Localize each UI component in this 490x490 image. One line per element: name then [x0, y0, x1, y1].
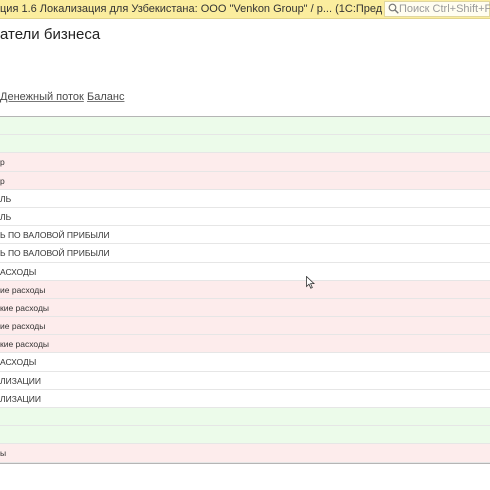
indicator-label: р	[0, 175, 5, 186]
window-title: ция 1.6 Локализация для Узбекистана: ООО…	[0, 3, 382, 15]
cashflow-link[interactable]: Денежный поток	[0, 91, 84, 103]
indicator-label: ы	[0, 448, 7, 459]
indicator-label: АСХОДЫ	[0, 266, 37, 277]
indicator-label: ЛИЗАЦИИ	[0, 393, 41, 404]
table-row[interactable]	[0, 135, 490, 154]
table-row[interactable]	[0, 426, 490, 445]
table-row[interactable]: ы	[0, 444, 490, 463]
balance-link[interactable]: Баланс	[87, 91, 124, 103]
indicator-label: Ь ПО ВАЛОВОЙ ПРИБЫЛИ	[0, 248, 110, 259]
indicator-label: ие расходы	[0, 321, 46, 332]
table-row[interactable]: ЛЬ	[0, 189, 490, 208]
indicator-label: Ь ПО ВАЛОВОЙ ПРИБЫЛИ	[0, 230, 110, 241]
table-row[interactable]: АСХОДЫ	[0, 262, 490, 281]
table-row[interactable]: ие расходы	[0, 317, 490, 336]
indicator-label: ие расходы	[0, 284, 46, 295]
mouse-cursor-icon	[306, 276, 315, 289]
table-row[interactable]: р	[0, 153, 490, 172]
table-row[interactable]: ЛИЗАЦИИ	[0, 389, 490, 408]
page-title: атели бизнеса	[0, 26, 101, 43]
global-search-box[interactable]	[384, 1, 490, 17]
table-row[interactable]: р	[0, 171, 490, 190]
table-row[interactable]	[0, 408, 490, 427]
table-row[interactable]	[0, 117, 490, 136]
table-row[interactable]: Ь ПО ВАЛОВОЙ ПРИБЫЛИ	[0, 244, 490, 263]
indicator-label: р	[0, 157, 5, 168]
indicator-label: ЛЬ	[0, 211, 12, 222]
table-row[interactable]: ЛЬ	[0, 207, 490, 227]
search-input[interactable]	[399, 2, 490, 16]
table-row[interactable]: Ь ПО ВАЛОВОЙ ПРИБЫЛИ	[0, 226, 490, 245]
search-icon[interactable]	[388, 3, 399, 14]
indicator-label: ЛЬ	[0, 193, 12, 204]
indicator-label: ЛИЗАЦИИ	[0, 375, 41, 386]
indicators-table: р р ЛЬ ЛЬ Ь ПО ВАЛОВОЙ ПРИБЫЛИ Ь ПО ВАЛОВОЙ П…	[0, 116, 490, 464]
window-titlebar: ция 1.6 Локализация для Узбекистана: ООО…	[0, 0, 490, 19]
table-bottom-border	[0, 462, 490, 464]
indicators-table-body: р р ЛЬ ЛЬ Ь ПО ВАЛОВОЙ ПРИБЫЛИ Ь ПО ВАЛОВОЙ П…	[0, 117, 490, 463]
table-row[interactable]: кие расходы	[0, 298, 490, 318]
indicator-label: АСХОДЫ	[0, 357, 37, 368]
table-row[interactable]: ие расходы	[0, 280, 490, 299]
indicator-label: кие расходы	[0, 302, 50, 313]
table-row[interactable]: ЛИЗАЦИИ	[0, 371, 490, 390]
indicator-label: кие расходы	[0, 339, 50, 350]
table-row[interactable]: кие расходы	[0, 335, 490, 354]
table-row[interactable]: АСХОДЫ	[0, 353, 490, 372]
